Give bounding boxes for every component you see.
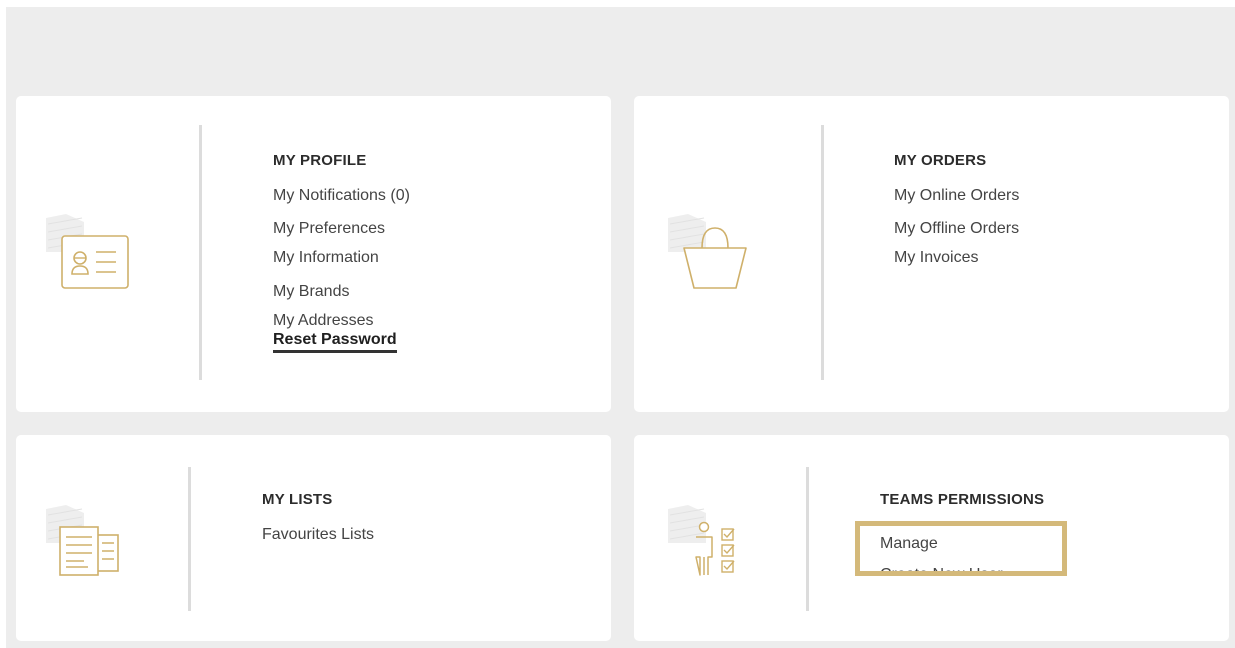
my-profile-card: MY PROFILE My Notifications (0) My Prefe… (16, 96, 611, 412)
link-my-brands[interactable]: My Brands (273, 282, 410, 301)
card-title-teams-permissions: TEAMS PERMISSIONS (880, 491, 1045, 508)
card-title-my-orders: MY ORDERS (894, 152, 987, 169)
link-favourites-lists[interactable]: Favourites Lists (262, 525, 374, 544)
card-divider (199, 125, 202, 380)
shopping-bag-icon (668, 214, 747, 289)
link-my-online-orders[interactable]: My Online Orders (894, 186, 1019, 205)
link-reset-password[interactable]: Reset Password (273, 330, 397, 353)
link-my-addresses[interactable]: My Addresses (273, 311, 410, 330)
card-divider (188, 467, 191, 611)
documents-icon (46, 505, 119, 576)
link-my-preferences[interactable]: My Preferences (273, 219, 410, 238)
card-title-my-lists: MY LISTS (262, 491, 333, 508)
teams-permissions-card: TEAMS PERMISSIONS Manage Create New User (634, 435, 1229, 641)
link-my-invoices[interactable]: My Invoices (894, 248, 1019, 267)
link-my-offline-orders[interactable]: My Offline Orders (894, 219, 1019, 238)
card-divider (806, 467, 809, 611)
card-title-my-profile: MY PROFILE (273, 152, 367, 169)
card-divider (821, 125, 824, 380)
my-lists-card: MY LISTS Favourites Lists (16, 435, 611, 641)
link-manage[interactable]: Manage (880, 534, 1003, 553)
id-card-icon (46, 214, 129, 289)
link-create-new-user[interactable]: Create New User (880, 565, 1003, 571)
teams-links-highlight: Manage Create New User (855, 521, 1067, 576)
link-my-notifications[interactable]: My Notifications (0) (273, 186, 410, 205)
user-checklist-icon (668, 505, 735, 576)
my-orders-card: MY ORDERS My Online Orders My Offline Or… (634, 96, 1229, 412)
link-my-information[interactable]: My Information (273, 248, 410, 267)
